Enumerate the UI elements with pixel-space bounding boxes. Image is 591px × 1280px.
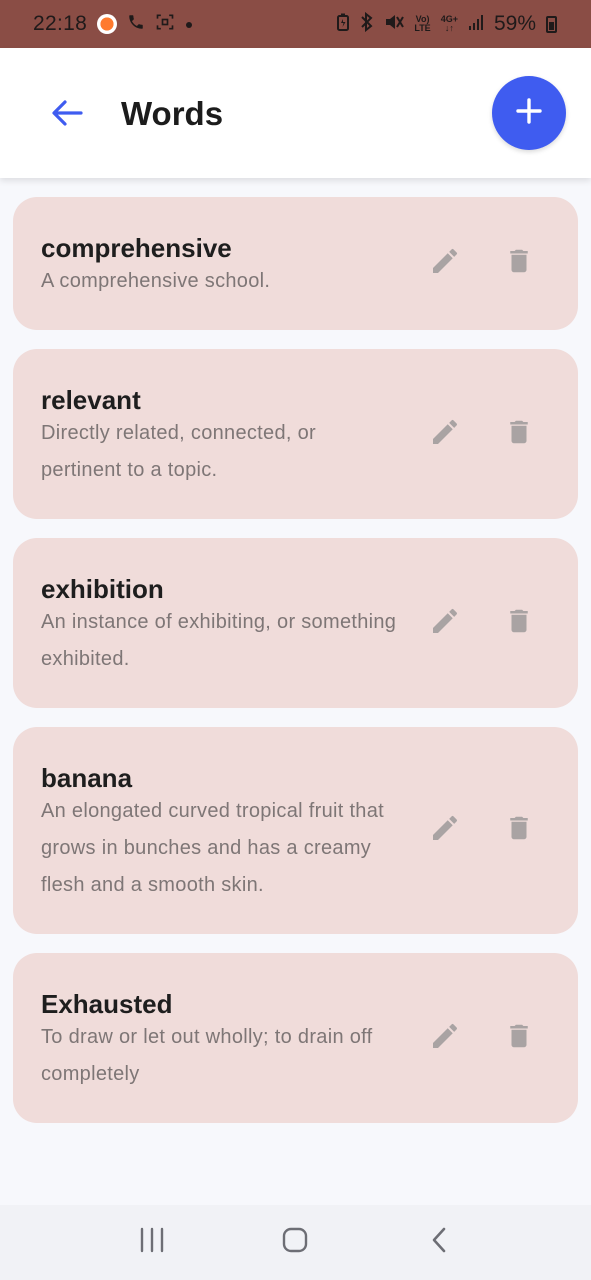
word-card[interactable]: relevant Directly related, connected, or… xyxy=(13,349,578,519)
edit-button[interactable] xyxy=(426,415,464,453)
word-title: exhibition xyxy=(41,574,164,604)
pencil-icon xyxy=(429,245,461,282)
plus-icon xyxy=(516,97,542,129)
mute-icon xyxy=(384,13,405,36)
edit-button[interactable] xyxy=(426,1019,464,1057)
edit-button[interactable] xyxy=(426,604,464,642)
trash-icon xyxy=(504,245,534,282)
recent-apps-icon xyxy=(138,1227,166,1258)
pencil-icon xyxy=(429,1020,461,1057)
word-definition: An elongated curved tropical fruit that … xyxy=(41,800,385,896)
pencil-icon xyxy=(429,605,461,642)
arrow-left-icon xyxy=(51,99,83,132)
home-icon xyxy=(281,1226,309,1259)
card-actions xyxy=(426,1019,538,1057)
delete-button[interactable] xyxy=(500,415,538,453)
card-actions xyxy=(426,604,538,642)
phone-call-icon xyxy=(127,13,145,36)
status-right: Vo) LTE 4G+ ↓↑ 59% xyxy=(336,11,557,37)
add-word-button[interactable] xyxy=(492,76,566,150)
delete-button[interactable] xyxy=(500,1019,538,1057)
pencil-icon xyxy=(429,812,461,849)
word-definition: An instance of exhibiting, or something … xyxy=(41,611,397,670)
word-title: banana xyxy=(41,763,133,793)
battery-icon xyxy=(546,15,557,33)
pencil-icon xyxy=(429,416,461,453)
status-bar: 22:18 Vo) LTE 4G+ ↓↑ 59% xyxy=(0,0,591,48)
trash-icon xyxy=(504,416,534,453)
edit-button[interactable] xyxy=(426,812,464,850)
network-type-indicator: 4G+ ↓↑ xyxy=(441,15,458,33)
notification-app-icon xyxy=(97,14,118,34)
app-bar: Words xyxy=(0,48,591,178)
card-actions xyxy=(426,415,538,453)
status-left: 22:18 xyxy=(33,12,193,37)
word-definition: To draw or let out wholly; to drain off … xyxy=(41,1026,373,1085)
word-title: relevant xyxy=(41,385,141,415)
edit-button[interactable] xyxy=(426,245,464,283)
volte-indicator: Vo) LTE xyxy=(414,15,430,33)
page-title: Words xyxy=(121,95,224,132)
word-title: Exhausted xyxy=(41,989,173,1019)
signal-icon xyxy=(468,13,484,36)
recent-apps-button[interactable] xyxy=(122,1213,182,1273)
volte-bottom: LTE xyxy=(414,23,431,33)
battery-saver-icon xyxy=(336,13,350,36)
word-card[interactable]: Exhausted To draw or let out wholly; to … xyxy=(13,953,578,1123)
screenshot-icon xyxy=(155,12,175,37)
trash-icon xyxy=(504,1020,534,1057)
word-card[interactable]: exhibition An instance of exhibiting, or… xyxy=(13,538,578,708)
word-card[interactable]: banana An elongated curved tropical frui… xyxy=(13,727,578,934)
word-definition: Directly related, connected, or pertinen… xyxy=(41,422,316,481)
system-back-button[interactable] xyxy=(409,1213,469,1273)
word-card[interactable]: comprehensive A comprehensive school. xyxy=(13,197,578,330)
network-type-bottom: ↓↑ xyxy=(444,23,454,33)
dot-icon xyxy=(185,14,193,34)
bluetooth-icon xyxy=(360,11,374,37)
delete-button[interactable] xyxy=(500,245,538,283)
delete-button[interactable] xyxy=(500,812,538,850)
system-nav-bar xyxy=(0,1205,591,1280)
status-time: 22:18 xyxy=(33,12,88,35)
chevron-left-icon xyxy=(429,1226,449,1259)
word-definition: A comprehensive school. xyxy=(41,270,271,292)
home-button[interactable] xyxy=(265,1213,325,1273)
word-title: comprehensive xyxy=(41,233,232,263)
card-actions xyxy=(426,245,538,283)
card-actions xyxy=(426,812,538,850)
word-list: comprehensive A comprehensive school. re… xyxy=(13,197,578,1123)
back-button[interactable] xyxy=(40,88,94,142)
trash-icon xyxy=(504,605,534,642)
delete-button[interactable] xyxy=(500,604,538,642)
battery-percent: 59% xyxy=(493,12,536,35)
trash-icon xyxy=(504,812,534,849)
